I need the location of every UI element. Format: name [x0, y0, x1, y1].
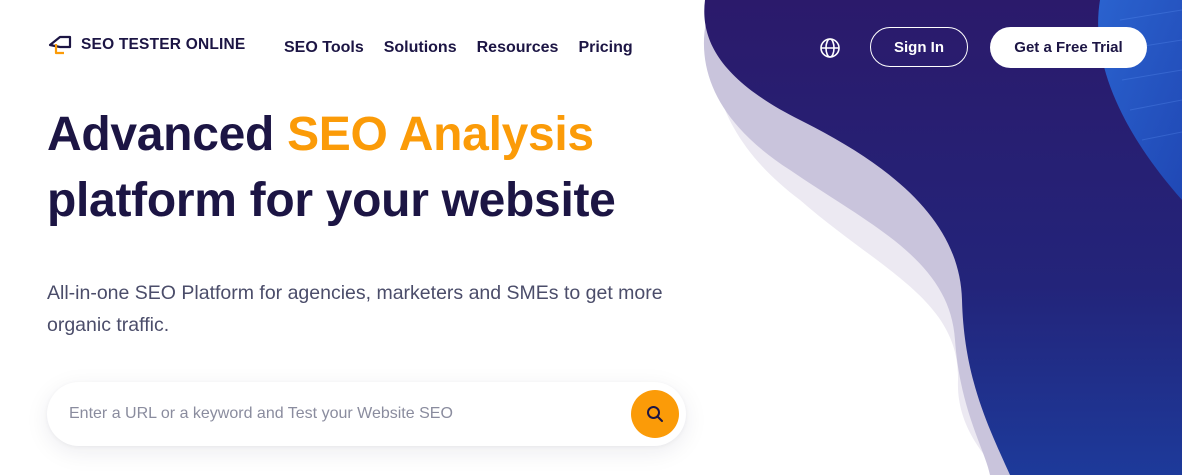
menu-item-seo-tools[interactable]: SEO Tools: [284, 39, 364, 57]
free-trial-button[interactable]: Get a Free Trial: [990, 27, 1147, 68]
top-navigation: SEO TESTER ONLINE SEO Tools Solutions Re…: [0, 0, 1182, 96]
hero-title-part2: platform for your website: [47, 174, 616, 227]
hero-subtitle: All-in-one SEO Platform for agencies, ma…: [47, 282, 663, 336]
url-keyword-input[interactable]: [67, 404, 611, 424]
globe-icon[interactable]: [819, 37, 841, 59]
brand-name: SEO TESTER ONLINE: [81, 36, 246, 53]
menu-item-resources[interactable]: Resources: [477, 39, 559, 57]
hero-title-part1: Advanced: [47, 108, 275, 161]
hero-title-accent: SEO Analysis: [287, 108, 594, 161]
search-button[interactable]: [631, 390, 679, 438]
search-icon: [647, 406, 663, 422]
brand-logo-icon: [48, 35, 72, 55]
seo-search-bar: [47, 382, 686, 446]
menu-item-solutions[interactable]: Solutions: [384, 39, 457, 57]
brand-logo[interactable]: SEO TESTER ONLINE: [47, 34, 245, 56]
menu-item-pricing[interactable]: Pricing: [578, 39, 632, 57]
sign-in-button[interactable]: Sign In: [870, 27, 968, 67]
hero-section: Advanced SEO Analysis platform for your …: [47, 102, 616, 234]
hero-title: Advanced SEO Analysis platform for your …: [47, 102, 616, 234]
main-menu: SEO Tools Solutions Resources Pricing: [284, 39, 633, 57]
